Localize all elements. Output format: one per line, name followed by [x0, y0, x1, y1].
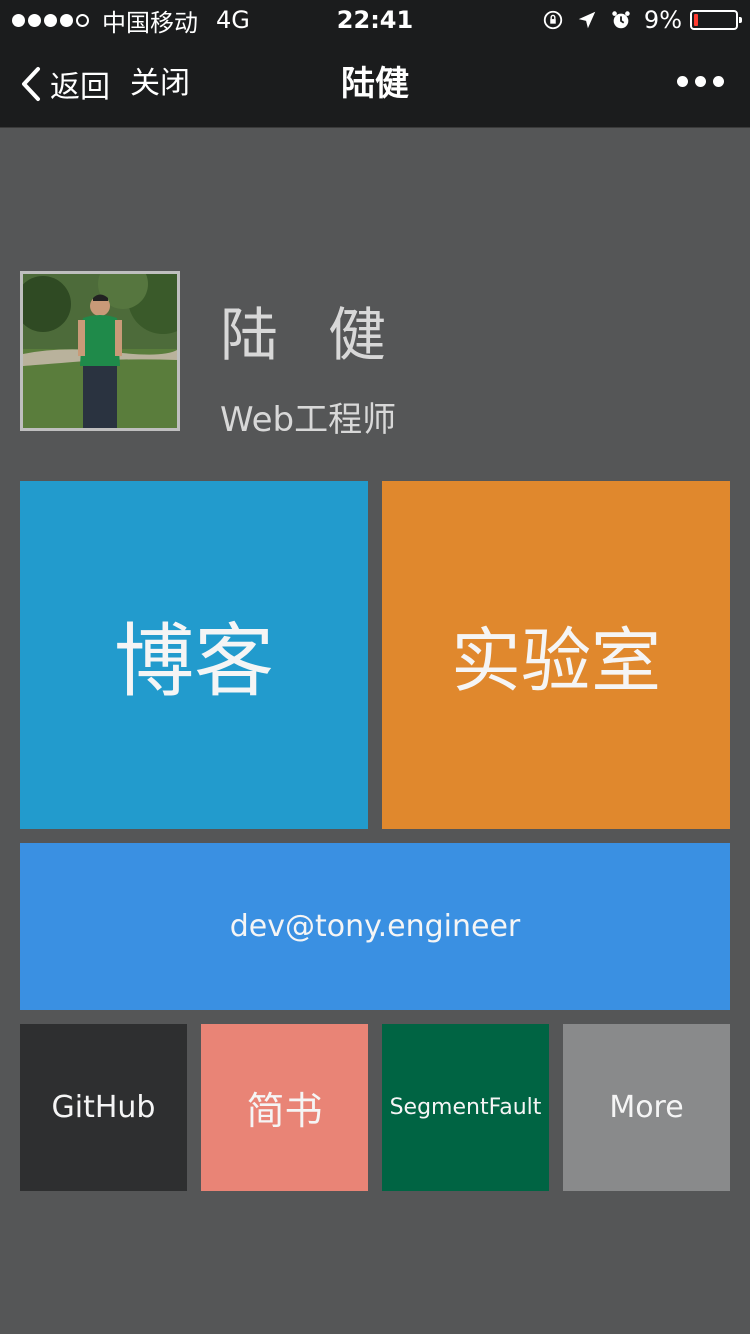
- profile-name: 陆健: [220, 301, 437, 369]
- page-title: 陆健: [341, 64, 409, 104]
- nav-bar: 返回 关闭 陆健: [0, 40, 750, 128]
- status-right: 9%: [542, 6, 742, 34]
- github-tile[interactable]: GitHub: [20, 1024, 187, 1191]
- battery-percent: 9%: [643, 6, 682, 34]
- avatar-photo: [23, 274, 177, 428]
- avatar: [20, 271, 180, 431]
- alarm-icon: [612, 11, 630, 29]
- location-icon: [578, 11, 596, 29]
- profile-title: Web工程师: [220, 400, 397, 440]
- lab-tile[interactable]: 实验室: [382, 481, 730, 829]
- more-tile[interactable]: More: [563, 1024, 730, 1191]
- orientation-lock-icon: [543, 10, 563, 30]
- email-tile[interactable]: dev@tony.engineer: [20, 843, 730, 1010]
- status-bar: 中国移动 4G 22:41 9%: [0, 0, 750, 40]
- jianshu-tile[interactable]: 简书: [201, 1024, 368, 1191]
- more-dots-icon[interactable]: [670, 76, 724, 87]
- segmentfault-tile[interactable]: SegmentFault: [382, 1024, 549, 1191]
- blog-tile[interactable]: 博客: [20, 481, 368, 829]
- battery-icon: [690, 10, 742, 30]
- battery-level: [694, 14, 698, 26]
